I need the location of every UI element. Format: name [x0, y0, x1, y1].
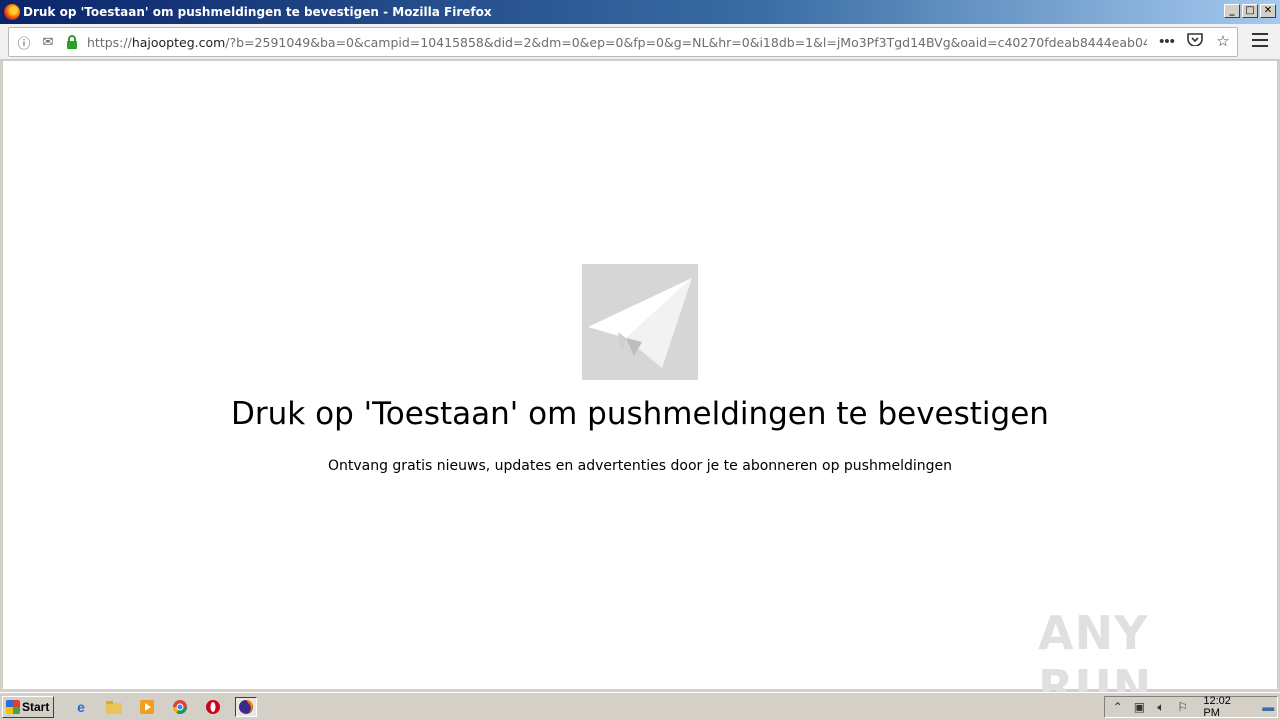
url-scheme: https:// [87, 34, 132, 50]
url-text[interactable]: https://hajoopteg.com/?b=2591049&ba=0&ca… [87, 35, 1147, 50]
media-player-icon[interactable] [136, 697, 158, 717]
system-tray: ⌃ ▣ 🔈︎ ⚐ 12:02 PM ▬ [1104, 695, 1278, 719]
start-label: Start [22, 700, 50, 714]
volume-icon[interactable]: 🔈︎ [1152, 700, 1170, 715]
page-content: Druk op 'Toestaan' om pushmeldingen te b… [3, 61, 1277, 714]
navigation-bar: ⓘ ✉ https://hajoopteg.com/?b=2591049&ba=… [0, 24, 1280, 60]
url-bar[interactable]: ⓘ ✉ https://hajoopteg.com/?b=2591049&ba=… [8, 27, 1238, 57]
network-icon[interactable]: ▣ [1131, 700, 1149, 714]
opera-icon[interactable] [202, 697, 224, 717]
windows-logo-icon [6, 700, 20, 714]
page-subline: Ontvang gratis nieuws, updates en advert… [327, 458, 953, 474]
system-clock[interactable]: 12:02 PM [1203, 695, 1249, 719]
window-title-bar[interactable]: Druk op 'Toestaan' om pushmeldingen te b… [0, 0, 1280, 24]
page-headline: Druk op 'Toestaan' om pushmeldingen te b… [231, 396, 1049, 432]
firefox-taskbar-icon[interactable] [235, 697, 257, 717]
paper-plane-icon [582, 264, 698, 380]
maximize-button[interactable]: □ [1242, 4, 1258, 18]
tray-expand-icon[interactable]: ⌃ [1109, 700, 1127, 714]
window-title: Druk op 'Toestaan' om pushmeldingen te b… [23, 5, 492, 19]
file-explorer-icon[interactable] [103, 697, 125, 717]
info-icon[interactable]: ⓘ [15, 33, 33, 51]
action-center-flag-icon[interactable]: ⚐ [1174, 700, 1192, 714]
url-path: /?b=2591049&ba=0&campid=10415858&did=2&d… [225, 34, 1147, 50]
menu-hamburger-icon[interactable] [1252, 33, 1268, 51]
taskbar: Start e ⌃ ▣ 🔈︎ ⚐ 12:02 PM ▬ [0, 692, 1280, 720]
bookmark-star-icon[interactable]: ☆ [1213, 32, 1233, 50]
page-actions-button[interactable]: ••• [1157, 33, 1177, 50]
show-desktop-icon[interactable]: ▬ [1259, 700, 1277, 714]
firefox-icon [4, 4, 20, 20]
url-host: hajoopteg.com [131, 34, 226, 50]
start-button[interactable]: Start [2, 696, 54, 718]
internet-explorer-icon[interactable]: e [70, 697, 92, 717]
notification-permission-icon[interactable]: ✉ [39, 33, 57, 51]
lock-icon[interactable] [63, 33, 81, 51]
minimize-button[interactable]: _ [1224, 4, 1240, 18]
close-button[interactable]: ✕ [1260, 4, 1276, 18]
pocket-icon[interactable] [1185, 32, 1205, 50]
chrome-icon[interactable] [169, 697, 191, 717]
